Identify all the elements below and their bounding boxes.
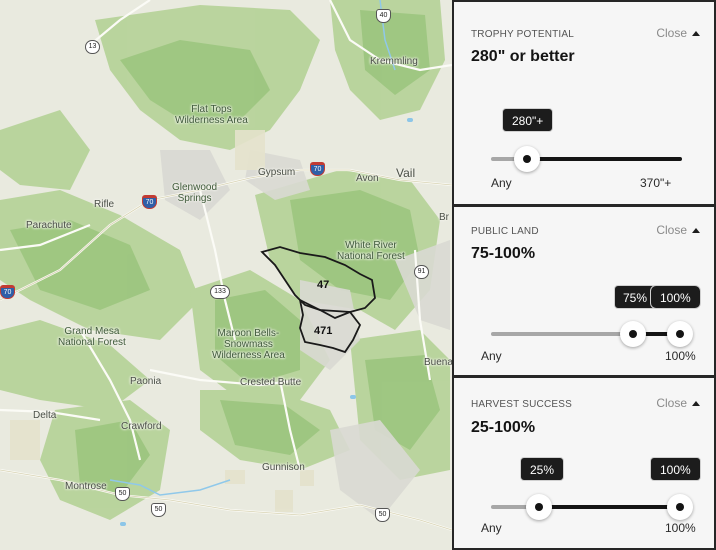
town-parachute[interactable]: Parachute <box>26 220 72 231</box>
public-land-low-thumb[interactable] <box>620 321 646 347</box>
flat-tops-wilderness-label[interactable]: Flat Tops Wilderness Area <box>175 104 248 126</box>
interstate-70-shield: 70 <box>0 285 15 299</box>
interstate-70-shield: 70 <box>310 162 325 176</box>
town-kremmling[interactable]: Kremmling <box>370 56 418 67</box>
town-vail[interactable]: Vail <box>396 167 415 179</box>
lake <box>407 118 413 122</box>
public-land-close-button[interactable]: Close <box>656 223 700 237</box>
highway-50-shield: 50 <box>151 503 166 517</box>
close-label: Close <box>656 223 687 237</box>
harvest-close-button[interactable]: Close <box>656 396 700 410</box>
terrain-layer <box>0 0 452 532</box>
town-rifle[interactable]: Rifle <box>94 199 114 210</box>
harvest-track-active <box>539 505 681 509</box>
town-montrose[interactable]: Montrose <box>65 481 107 492</box>
harvest-max-label: 100% <box>665 521 696 535</box>
public-land-track-inactive <box>491 332 633 336</box>
public-land-filter: PUBLIC LAND Close 75-100% 75% 100% Any 1… <box>452 205 716 377</box>
lake <box>350 395 356 399</box>
highway-40-shield: 40 <box>376 9 391 23</box>
town-br[interactable]: Br <box>439 212 449 223</box>
public-land-min-label: Any <box>481 349 502 363</box>
trophy-close-button[interactable]: Close <box>656 26 700 40</box>
harvest-low-thumb[interactable] <box>526 494 552 520</box>
town-avon[interactable]: Avon <box>356 173 379 184</box>
unit-471-label[interactable]: 471 <box>314 326 332 337</box>
trophy-value-bubble: 280"+ <box>502 108 554 132</box>
maroon-bells-wilderness-label[interactable]: Maroon Bells- Snowmass Wilderness Area <box>212 328 285 361</box>
town-glenwood-springs[interactable]: Glenwood Springs <box>172 182 217 204</box>
trophy-potential-value: 280" or better <box>471 48 575 65</box>
caret-up-icon <box>692 227 700 233</box>
town-crested-butte[interactable]: Crested Butte <box>240 377 301 388</box>
public-land-high-thumb[interactable] <box>667 321 693 347</box>
highway-91-shield: 91 <box>414 265 429 279</box>
harvest-min-label: Any <box>481 521 502 535</box>
interstate-70-shield: 70 <box>142 195 157 209</box>
trophy-min-label: Any <box>491 176 512 190</box>
grand-mesa-forest-label[interactable]: Grand Mesa National Forest <box>58 326 126 348</box>
highway-133-shield: 133 <box>210 285 230 299</box>
highway-13-shield: 13 <box>85 40 100 54</box>
town-crawford[interactable]: Crawford <box>121 421 162 432</box>
town-delta[interactable]: Delta <box>33 410 56 421</box>
white-river-forest-label[interactable]: White River National Forest <box>337 240 405 262</box>
lake <box>120 522 126 526</box>
close-label: Close <box>656 396 687 410</box>
trophy-track-active <box>527 157 682 161</box>
trophy-slider-thumb[interactable] <box>514 146 540 172</box>
harvest-success-value: 25-100% <box>471 419 536 436</box>
harvest-high-bubble: 100% <box>650 457 701 481</box>
town-gunnison[interactable]: Gunnison <box>262 462 305 473</box>
harvest-high-thumb[interactable] <box>667 494 693 520</box>
hunt-unit-map[interactable]: Kremmling Flat Tops Wilderness Area Gyps… <box>0 0 452 550</box>
harvest-low-bubble: 25% <box>520 457 565 481</box>
harvest-success-filter: HARVEST SUCCESS Close 25-100% 25% 100% A… <box>452 376 716 550</box>
trophy-max-label: 370"+ <box>640 176 672 190</box>
trophy-potential-filter: TROPHY POTENTIAL Close 280" or better 28… <box>452 0 716 206</box>
caret-up-icon <box>692 400 700 406</box>
public-land-high-bubble: 100% <box>650 285 701 309</box>
highway-50-shield: 50 <box>375 508 390 522</box>
close-label: Close <box>656 26 687 40</box>
filter-panel: TROPHY POTENTIAL Close 280" or better 28… <box>452 0 716 550</box>
town-gypsum[interactable]: Gypsum <box>258 167 295 178</box>
unit-47-label[interactable]: 47 <box>317 280 329 291</box>
public-land-max-label: 100% <box>665 349 696 363</box>
trophy-potential-heading: TROPHY POTENTIAL <box>471 29 575 40</box>
public-land-value: 75-100% <box>471 245 536 262</box>
caret-up-icon <box>692 30 700 36</box>
town-buena[interactable]: Buena <box>424 357 452 368</box>
public-land-heading: PUBLIC LAND <box>471 226 539 237</box>
highway-50-shield: 50 <box>115 487 130 501</box>
town-paonia[interactable]: Paonia <box>130 376 161 387</box>
harvest-success-heading: HARVEST SUCCESS <box>471 399 572 410</box>
